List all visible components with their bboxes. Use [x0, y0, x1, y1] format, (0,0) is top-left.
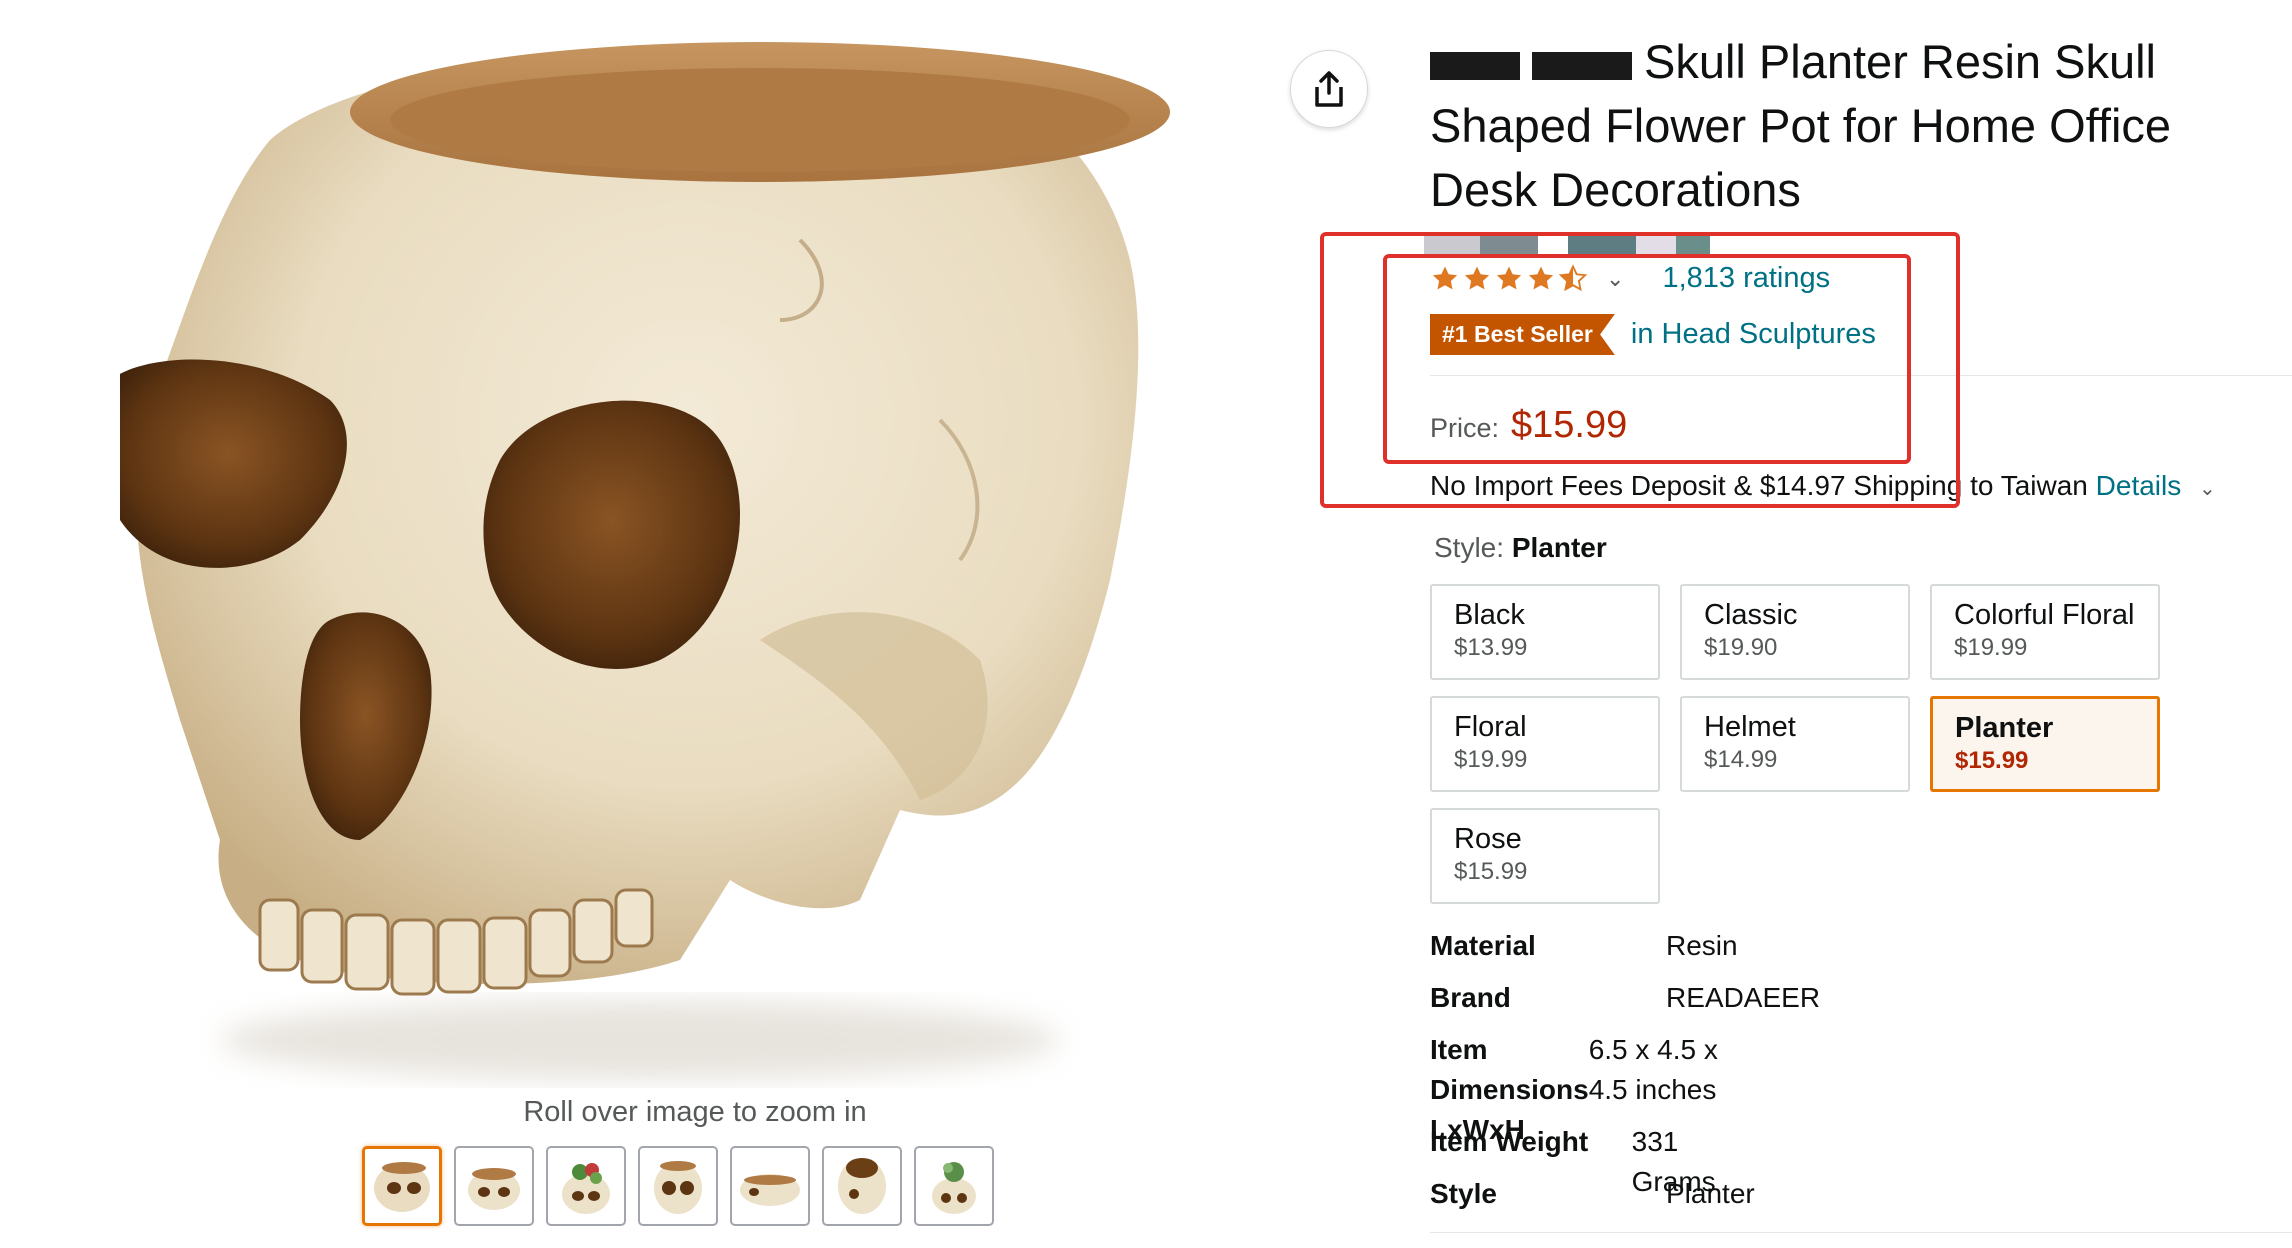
shipping-details-link[interactable]: Details [2096, 470, 2182, 501]
style-option-price: $14.99 [1704, 746, 1778, 773]
spec-value: READAEER [1666, 982, 1821, 1013]
style-option-name: Helmet [1704, 711, 1796, 743]
spec-key: Material [1430, 930, 1536, 961]
style-option-price: $19.99 [1954, 634, 2028, 661]
style-option-price: $13.99 [1454, 634, 1528, 661]
style-option-name: Planter [1955, 712, 2054, 744]
thumbnail-7[interactable] [914, 1146, 994, 1226]
style-option-black[interactable]: Black $13.99 [1430, 584, 1660, 680]
thumbnail-6[interactable] [822, 1146, 902, 1226]
style-label-text: Style: [1434, 532, 1505, 563]
spec-row: Brand READAEER [1430, 978, 1820, 1018]
highlight-box-inner [1383, 254, 1911, 464]
redacted-brand [1430, 51, 1520, 80]
spec-value: Resin [1666, 930, 1738, 961]
style-option-name: Colorful Floral [1954, 599, 2135, 631]
style-option-colorful-floral[interactable]: Colorful Floral $19.99 [1930, 584, 2160, 680]
spec-row: Material Resin [1430, 926, 1738, 966]
style-option-name: Classic [1704, 599, 1798, 631]
thumbnail-3[interactable] [546, 1146, 626, 1226]
thumbnail-5[interactable] [730, 1146, 810, 1226]
style-option-name: Floral [1454, 711, 1527, 743]
thumbnail-4[interactable] [638, 1146, 718, 1226]
chevron-down-icon[interactable]: ⌄ [2199, 478, 2216, 500]
style-option-price: $19.99 [1454, 746, 1528, 773]
thumbnail-strip [362, 1146, 994, 1226]
zoom-hint: Roll over image to zoom in [523, 1096, 867, 1128]
redacted-brand [1532, 51, 1632, 80]
style-option-price: $15.99 [1454, 858, 1528, 885]
divider [1430, 1232, 2292, 1233]
style-option-planter[interactable]: Planter $15.99 [1930, 696, 2160, 792]
thumbnail-2[interactable] [454, 1146, 534, 1226]
style-option-price: $15.99 [1955, 747, 2029, 774]
spec-value: Planter [1666, 1178, 1755, 1209]
product-title: Skull Planter Resin Skull Shaped Flower … [1430, 30, 2250, 222]
style-option-name: Rose [1454, 823, 1522, 855]
spec-row: Style Planter [1430, 1174, 1755, 1214]
share-icon [1315, 71, 1343, 107]
thumbnail-1[interactable] [362, 1146, 442, 1226]
style-option-floral[interactable]: Floral $19.99 [1430, 696, 1660, 792]
style-option-helmet[interactable]: Helmet $14.99 [1680, 696, 1910, 792]
style-option-classic[interactable]: Classic $19.90 [1680, 584, 1910, 680]
style-selected-value: Planter [1511, 532, 1607, 563]
main-product-image[interactable] [110, 20, 1270, 1100]
share-button[interactable] [1290, 50, 1368, 128]
style-option-price: $19.90 [1704, 634, 1778, 661]
style-option-rose[interactable]: Rose $15.99 [1430, 808, 1660, 904]
spec-key: Brand [1430, 982, 1511, 1013]
style-label: Style: Planter [1434, 532, 1607, 564]
spec-key: Style [1430, 1178, 1497, 1209]
style-option-name: Black [1454, 599, 1525, 631]
